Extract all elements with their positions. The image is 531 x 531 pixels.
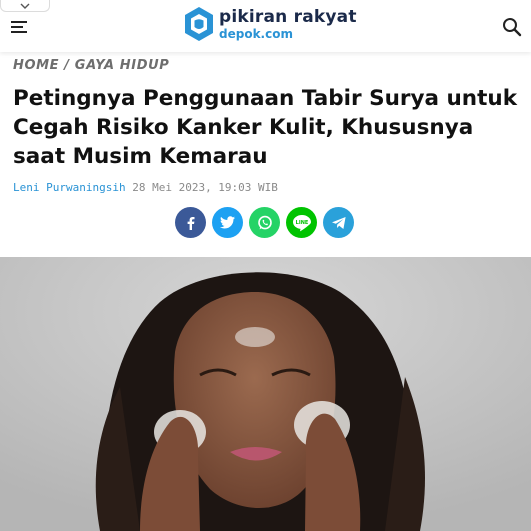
svg-text:LINE: LINE [295,220,308,226]
twitter-icon [220,216,235,229]
logo-icon [185,7,213,41]
breadcrumb: HOME / GAYA HIDUP [13,58,169,73]
breadcrumb-section[interactable]: GAYA HIDUP [75,58,170,73]
article-hero-image [0,257,531,531]
facebook-icon [187,216,194,230]
publish-date: 28 Mei 2023, 19:03 WIB [132,181,278,194]
share-telegram-button[interactable] [323,207,354,238]
site-logo[interactable]: pikiran rakyat depok.com [183,6,357,42]
search-icon[interactable] [502,17,522,37]
article-title: Petingnya Penggunaan Tabir Surya untuk C… [13,86,517,169]
article-byline: Leni Purwaningsih 28 Mei 2023, 19:03 WIB [13,181,278,194]
hero-photo-illustration [0,257,531,531]
site-subdomain: depok.com [219,26,293,41]
share-line-button[interactable]: LINE [286,207,317,238]
telegram-icon [331,216,346,229]
author-link[interactable]: Leni Purwaningsih [13,181,126,194]
site-name: pikiran rakyat [219,6,357,27]
breadcrumb-separator: / [64,58,70,73]
chevron-down-icon [20,3,30,9]
breadcrumb-home[interactable]: HOME [13,58,59,73]
line-icon: LINE [292,214,311,231]
menu-icon[interactable] [11,19,29,35]
share-whatsapp-button[interactable] [249,207,280,238]
site-header: pikiran rakyat depok.com [0,0,531,52]
share-bar: LINE [175,207,354,238]
collapse-tab[interactable] [0,0,50,12]
share-facebook-button[interactable] [175,207,206,238]
share-twitter-button[interactable] [212,207,243,238]
whatsapp-icon [257,215,272,229]
